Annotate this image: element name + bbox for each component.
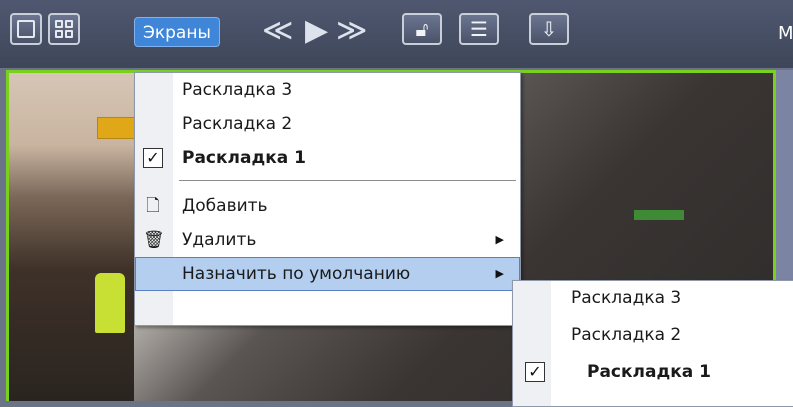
check-icon	[143, 148, 163, 168]
video-poster	[97, 117, 134, 139]
menu-item-label: Раскладка 2	[182, 114, 293, 134]
toolbar-label-truncated: М	[778, 23, 793, 44]
submenu-arrow-icon: ▶	[495, 267, 504, 280]
menu-item-label: Раскладка 2	[571, 325, 682, 345]
menu-item-label: Раскладка 3	[571, 288, 682, 308]
set-default-submenu: Раскладка 3 Раскладка 2 Раскладка 1	[512, 280, 793, 407]
camera-view-left[interactable]	[6, 70, 134, 401]
check-icon	[525, 362, 545, 382]
menu-item-label: Добавить	[182, 196, 268, 216]
trash-icon: 🗑︎	[143, 230, 165, 250]
menu-item-delete[interactable]: 🗑︎ Удалить ▶	[135, 223, 520, 257]
list-button[interactable]: ☰	[459, 13, 499, 45]
menu-item-layout-2[interactable]: Раскладка 2	[135, 107, 520, 141]
screens-button[interactable]: Экраны	[134, 17, 220, 47]
menu-item-set-default[interactable]: Назначить по умолчанию ▶	[135, 257, 520, 291]
single-view-button[interactable]	[10, 13, 42, 45]
submenu-arrow-icon: ▶	[495, 233, 504, 246]
video-person	[95, 273, 125, 333]
menu-item-add[interactable]: 🗋︎ Добавить	[135, 189, 520, 223]
play-icon[interactable]: ▶	[305, 15, 328, 47]
fast-forward-icon[interactable]: ≫	[336, 15, 367, 47]
menu-item-label: Назначить по умолчанию	[182, 264, 411, 284]
grid-view-button[interactable]	[48, 13, 80, 45]
download-button[interactable]: ⇩	[529, 13, 569, 45]
lock-icon: 🔓︎	[415, 17, 429, 41]
submenu-item-layout-1[interactable]: Раскладка 1	[513, 355, 793, 389]
toolbar: Экраны ≪ ▶ ≫ 🔓︎ ☰ ⇩ М	[0, 0, 793, 68]
menu-separator	[179, 180, 516, 181]
menu-item-label: Удалить	[182, 230, 257, 250]
menu-item-label: Раскладка 3	[182, 80, 293, 100]
menu-item-label: Раскладка 1	[587, 362, 711, 382]
screens-menu: Раскладка 3 Раскладка 2 Раскладка 1 🗋︎ Д…	[134, 72, 521, 326]
download-icon: ⇩	[540, 17, 558, 41]
menu-item-label: Раскладка 1	[182, 148, 306, 168]
submenu-item-layout-3[interactable]: Раскладка 3	[513, 281, 793, 315]
menu-item-layout-3[interactable]: Раскладка 3	[135, 73, 520, 107]
document-icon: 🗋︎	[146, 196, 160, 216]
video-sign	[634, 210, 684, 220]
list-icon: ☰	[470, 17, 488, 41]
submenu-item-layout-2[interactable]: Раскладка 2	[513, 315, 793, 355]
lock-button[interactable]: 🔓︎	[402, 13, 442, 45]
menu-item-layout-1[interactable]: Раскладка 1	[135, 141, 520, 175]
rewind-icon[interactable]: ≪	[262, 15, 293, 47]
grid-view-icon	[55, 20, 73, 38]
